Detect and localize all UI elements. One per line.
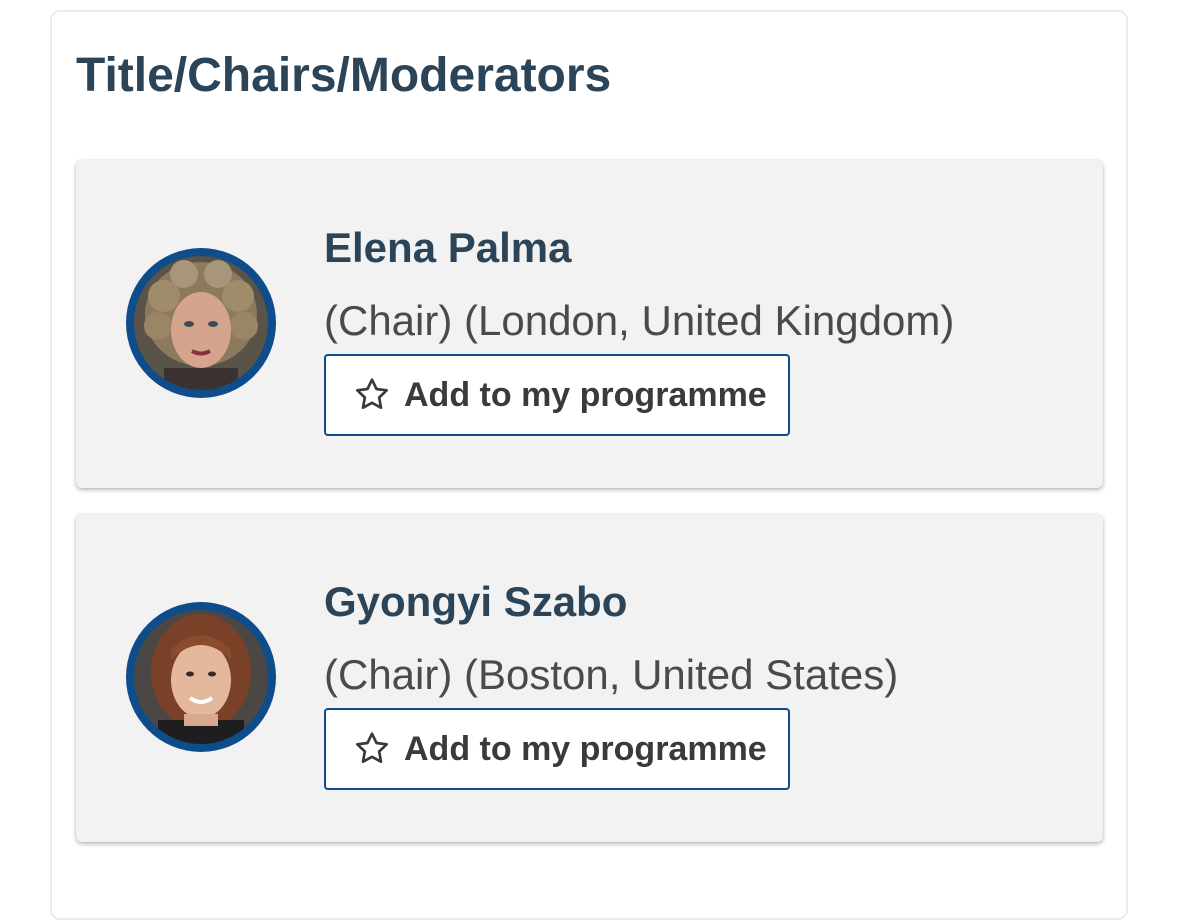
person-card: Elena Palma (Chair) (London, United King…: [76, 160, 1103, 488]
person-name[interactable]: Elena Palma: [324, 220, 571, 276]
star-outline-icon: [356, 378, 388, 409]
avatar-photo: [134, 256, 268, 390]
add-to-programme-label: Add to my programme: [404, 375, 767, 414]
add-to-programme-label: Add to my programme: [404, 729, 767, 768]
add-to-programme-button[interactable]: Add to my programme: [324, 708, 790, 790]
person-name[interactable]: Gyongyi Szabo: [324, 574, 627, 630]
star-outline-icon: [356, 732, 388, 763]
person-role-location: (Chair) (London, United Kingdom): [324, 297, 955, 344]
person-role-location: (Chair) (Boston, United States): [324, 651, 899, 698]
avatar[interactable]: [126, 602, 276, 752]
avatar[interactable]: [126, 248, 276, 398]
person-card: Gyongyi Szabo (Chair) (Boston, United St…: [76, 514, 1103, 842]
add-to-programme-button[interactable]: Add to my programme: [324, 354, 790, 436]
section-title: Title/Chairs/Moderators: [76, 49, 612, 102]
avatar-photo: [134, 610, 268, 744]
